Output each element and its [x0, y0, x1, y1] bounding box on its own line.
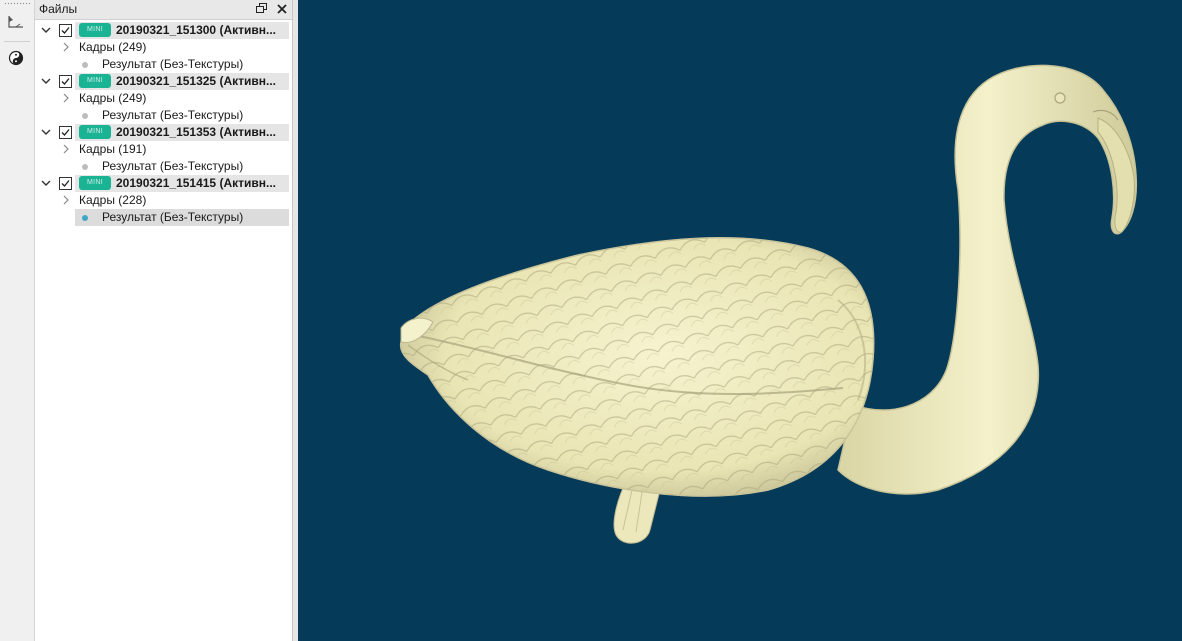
- result-row[interactable]: Результат (Без-Текстуры): [35, 56, 292, 73]
- files-panel-header: Файлы: [35, 0, 292, 20]
- chevron-right-icon[interactable]: [60, 194, 72, 206]
- restore-window-icon: [256, 2, 267, 17]
- files-panel-title: Файлы: [39, 2, 78, 16]
- chevron-down-icon[interactable]: [40, 177, 52, 189]
- result-status-dot: [82, 62, 88, 68]
- frames-row[interactable]: Кадры (191): [35, 141, 292, 158]
- left-toolbar: [0, 0, 35, 641]
- project-row[interactable]: MINI 20190321_151353 (Активн...: [35, 124, 292, 141]
- result-status-dot: [82, 164, 88, 170]
- files-tree: MINI 20190321_151300 (Активн... Кадры (2…: [35, 22, 292, 226]
- project-name: 20190321_151353 (Активн...: [116, 125, 276, 139]
- frames-label: Кадры (249): [79, 40, 147, 54]
- float-panel-button[interactable]: [253, 1, 270, 18]
- scanner-badge: MINI: [79, 176, 111, 190]
- result-row[interactable]: Результат (Без-Текстуры): [35, 158, 292, 175]
- lighting-mode-icon: [8, 50, 24, 69]
- chevron-down-icon[interactable]: [40, 24, 52, 36]
- chevron-right-icon[interactable]: [60, 92, 72, 104]
- project-row[interactable]: MINI 20190321_151325 (Активн...: [35, 73, 292, 90]
- axis-tool-icon: [6, 13, 26, 34]
- frames-label: Кадры (228): [79, 193, 147, 207]
- project-checkbox[interactable]: [59, 177, 72, 190]
- result-row-selected[interactable]: Результат (Без-Текстуры): [35, 209, 292, 226]
- project-name: 20190321_151415 (Активн...: [116, 176, 276, 190]
- frames-label: Кадры (249): [79, 91, 147, 105]
- project-name: 20190321_151300 (Активн...: [116, 23, 276, 37]
- frames-label: Кадры (191): [79, 142, 147, 156]
- close-panel-button[interactable]: [273, 1, 290, 18]
- scanner-badge: MINI: [79, 125, 111, 139]
- toolbar-separator: [4, 41, 30, 42]
- project-checkbox[interactable]: [59, 24, 72, 37]
- toolbar-grip[interactable]: [4, 2, 30, 5]
- result-label: Результат (Без-Текстуры): [102, 108, 244, 122]
- frames-row[interactable]: Кадры (249): [35, 39, 292, 56]
- project-name: 20190321_151325 (Активн...: [116, 74, 276, 88]
- files-panel: Файлы MINI 20190321_151300 (Активн... Ка…: [35, 0, 293, 641]
- 3d-viewport[interactable]: [298, 0, 1182, 641]
- chevron-right-icon[interactable]: [60, 41, 72, 53]
- result-label: Результат (Без-Текстуры): [102, 57, 244, 71]
- scanner-badge: MINI: [79, 74, 111, 88]
- project-row[interactable]: MINI 20190321_151415 (Активн...: [35, 175, 292, 192]
- result-label: Результат (Без-Текстуры): [102, 210, 244, 224]
- close-icon: [276, 3, 287, 17]
- lighting-mode-button[interactable]: [5, 48, 27, 70]
- frames-row[interactable]: Кадры (228): [35, 192, 292, 209]
- scanner-badge: MINI: [79, 23, 111, 37]
- result-status-dot: [82, 215, 88, 221]
- project-checkbox[interactable]: [59, 75, 72, 88]
- result-row[interactable]: Результат (Без-Текстуры): [35, 107, 292, 124]
- chevron-down-icon[interactable]: [40, 75, 52, 87]
- flamingo-model: [399, 64, 1138, 544]
- result-label: Результат (Без-Текстуры): [102, 159, 244, 173]
- project-row[interactable]: MINI 20190321_151300 (Активн...: [35, 22, 292, 39]
- chevron-right-icon[interactable]: [60, 143, 72, 155]
- chevron-down-icon[interactable]: [40, 126, 52, 138]
- result-status-dot: [82, 113, 88, 119]
- project-checkbox[interactable]: [59, 126, 72, 139]
- axis-tool-button[interactable]: [5, 12, 27, 34]
- frames-row[interactable]: Кадры (249): [35, 90, 292, 107]
